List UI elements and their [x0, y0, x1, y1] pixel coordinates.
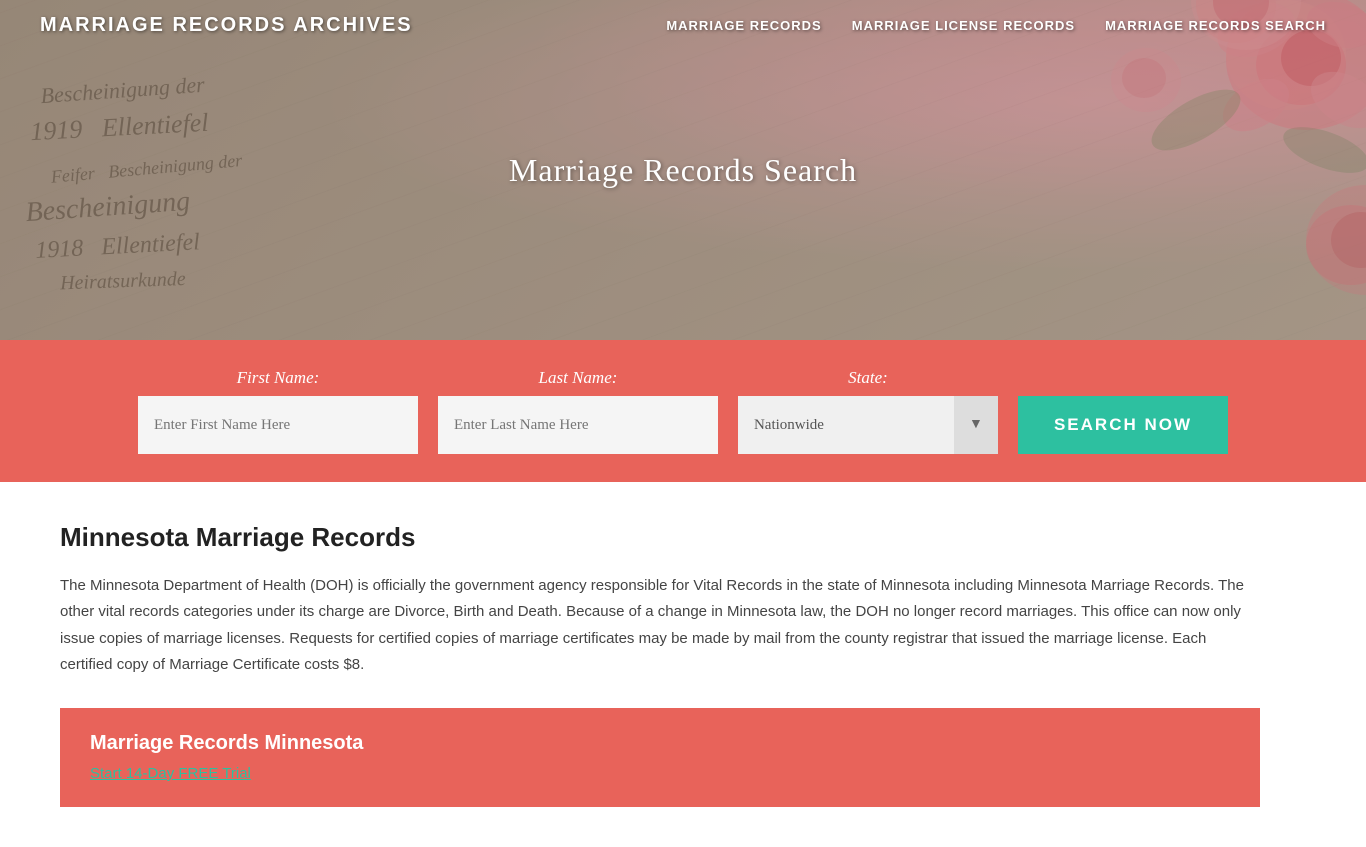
first-name-input[interactable]: [138, 396, 418, 454]
content-heading: Minnesota Marriage Records: [60, 522, 1306, 553]
state-select-wrapper: Nationwide Alabama Alaska Arizona Arkans…: [738, 396, 998, 454]
search-bar: First Name: Last Name: State: Nationwide…: [0, 340, 1366, 482]
nav: MARRIAGE RECORDS MARRIAGE LICENSE RECORD…: [666, 18, 1326, 33]
state-select[interactable]: Nationwide Alabama Alaska Arizona Arkans…: [738, 396, 998, 454]
header: MARRIAGE RECORDS ARCHIVES MARRIAGE RECOR…: [0, 0, 1366, 51]
last-name-group: Last Name:: [438, 368, 718, 454]
nav-marriage-license[interactable]: MARRIAGE LICENSE RECORDS: [852, 18, 1075, 33]
state-label: State:: [738, 368, 998, 388]
hero-title: Marriage Records Search: [509, 152, 857, 189]
nav-marriage-search[interactable]: MARRIAGE RECORDS SEARCH: [1105, 18, 1326, 33]
last-name-input[interactable]: [438, 396, 718, 454]
hero-title-container: Marriage Records Search: [509, 152, 857, 189]
content-section: Minnesota Marriage Records The Minnesota…: [0, 482, 1366, 847]
last-name-label: Last Name:: [438, 368, 718, 388]
site-title: MARRIAGE RECORDS ARCHIVES: [40, 14, 413, 37]
first-name-label: First Name:: [138, 368, 418, 388]
card-section: Marriage Records Minnesota Start 14-Day …: [60, 708, 1260, 807]
content-paragraph: The Minnesota Department of Health (DOH)…: [60, 573, 1260, 678]
state-group: State: Nationwide Alabama Alaska Arizona…: [738, 368, 998, 454]
card-heading: Marriage Records Minnesota: [90, 732, 1230, 755]
nav-marriage-records[interactable]: MARRIAGE RECORDS: [666, 18, 821, 33]
search-now-button[interactable]: SEARCH NOW: [1018, 396, 1228, 454]
hero-section: Bescheinigung der 1919 Ellentiefel Feife…: [0, 0, 1366, 340]
first-name-group: First Name:: [138, 368, 418, 454]
